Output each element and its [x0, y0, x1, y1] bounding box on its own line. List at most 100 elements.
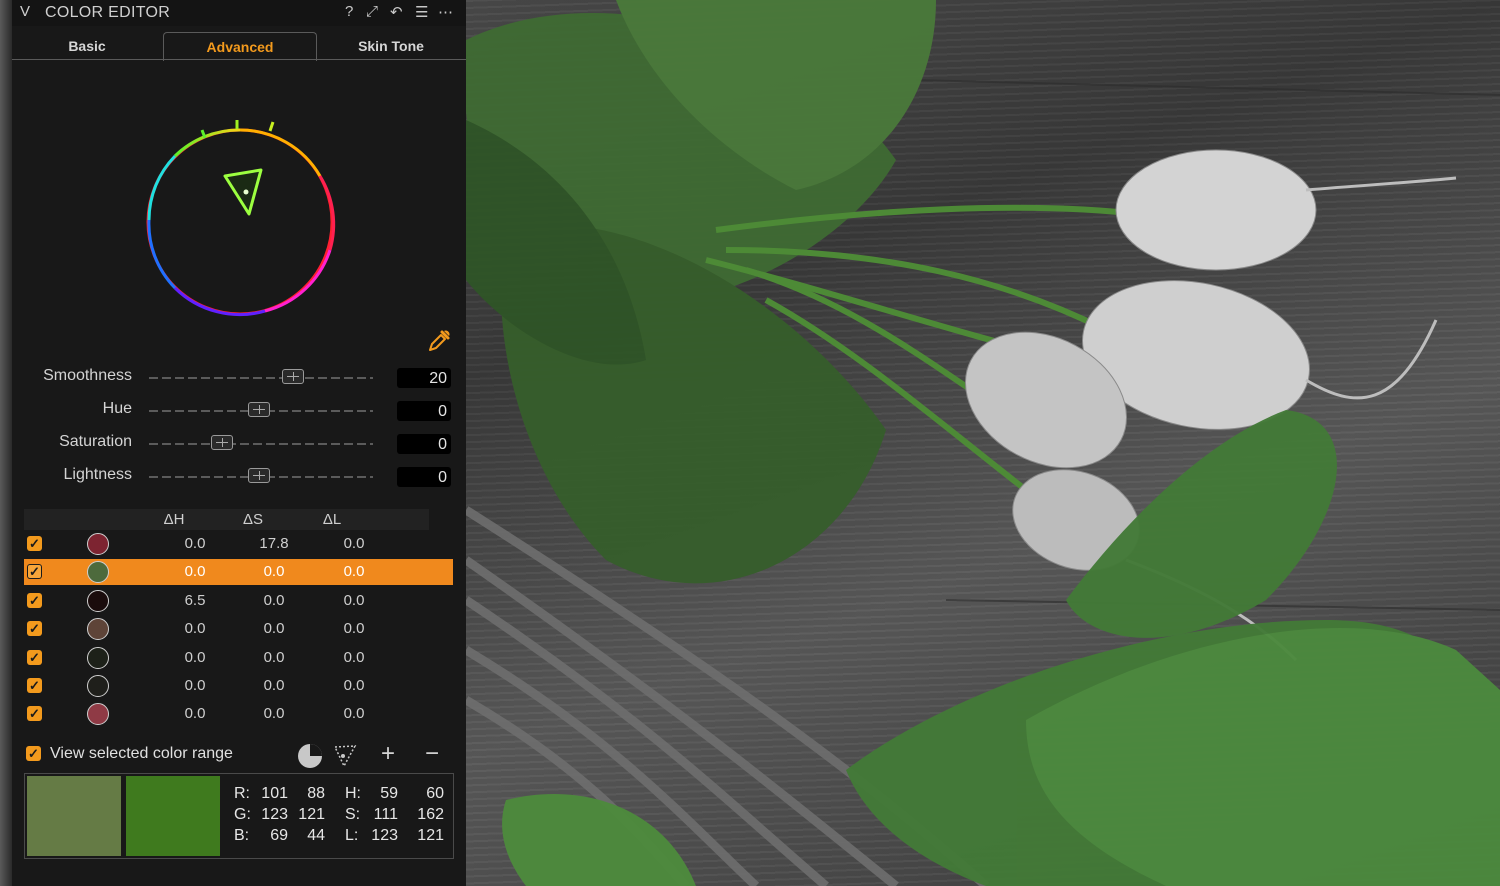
slider-thumb[interactable] [282, 369, 304, 384]
delta-lightness: 0.0 [343, 649, 365, 666]
row-color-swatch [87, 533, 109, 555]
add-range-picker-icon[interactable] [330, 742, 360, 770]
slider-thumb[interactable] [248, 468, 270, 483]
delta-saturation: 17.8 [259, 535, 289, 552]
delta-lightness: 0.0 [343, 677, 365, 694]
s-label: S: [345, 806, 361, 823]
pie-mask-icon[interactable] [296, 742, 324, 770]
slider-value-field[interactable]: 0 [397, 434, 451, 454]
s-value-before: 111 [373, 806, 398, 823]
delta-saturation: 0.0 [263, 705, 285, 722]
color-row[interactable]: ✓ 0.0 0.0 0.0 [24, 673, 453, 699]
color-row-selected[interactable]: ✓ 0.0 0.0 0.0 [24, 559, 453, 585]
menu-icon[interactable]: ☰ [415, 3, 428, 21]
color-editor-panel: V COLOR EDITOR ? ⤢ ↶ ☰ ⋯ Basic Advanced … [12, 0, 466, 886]
remove-button[interactable]: − [425, 740, 439, 768]
view-range-label: View selected color range [50, 745, 233, 762]
slider-value-field[interactable]: 0 [397, 467, 451, 487]
g-label: G: [234, 806, 251, 823]
expand-icon[interactable]: ⤢ [366, 3, 378, 20]
delta-hue: 0.0 [184, 677, 206, 694]
row-color-swatch [87, 675, 109, 697]
row-checkbox[interactable]: ✓ [27, 621, 42, 636]
r-label: R: [234, 785, 250, 802]
tab-advanced[interactable]: Advanced [163, 32, 317, 61]
delta-lightness: 0.0 [343, 535, 365, 552]
r-value-after: 88 [307, 785, 325, 802]
row-checkbox[interactable]: ✓ [27, 678, 42, 693]
delta-saturation: 0.0 [263, 677, 285, 694]
slider-track[interactable] [149, 443, 373, 445]
g-value-after: 121 [298, 806, 325, 823]
hue-selection-wedge[interactable] [223, 168, 263, 216]
g-value-before: 123 [261, 806, 288, 823]
h-label: H: [345, 785, 361, 802]
tab-skin-tone[interactable]: Skin Tone [316, 32, 466, 60]
eyedropper-icon[interactable] [426, 328, 452, 354]
delta-saturation: 0.0 [263, 592, 285, 609]
r-value-before: 101 [261, 785, 288, 802]
row-checkbox[interactable]: ✓ [27, 536, 42, 551]
slider-thumb[interactable] [211, 435, 233, 450]
b-label: B: [234, 827, 250, 844]
slider-value-field[interactable]: 20 [397, 368, 451, 388]
color-list-header: ΔH ΔS ΔL [24, 509, 429, 530]
source-color-swatch [27, 776, 121, 856]
color-row[interactable]: ✓ 0.0 0.0 0.0 [24, 645, 453, 671]
delta-hue: 0.0 [184, 535, 206, 552]
delta-hue: 0.0 [184, 649, 206, 666]
row-color-swatch [87, 647, 109, 669]
view-range-checkbox[interactable]: ✓ [26, 746, 41, 761]
color-wheel[interactable] [135, 110, 345, 320]
slider-label: Smoothness [43, 367, 132, 384]
color-row[interactable]: ✓ 0.0 17.8 0.0 [24, 531, 453, 557]
more-icon[interactable]: ⋯ [438, 3, 453, 21]
delta-lightness: 0.0 [343, 592, 365, 609]
panel-header: V COLOR EDITOR ? ⤢ ↶ ☰ ⋯ [12, 0, 466, 26]
color-row[interactable]: ✓ 0.0 0.0 0.0 [24, 701, 453, 727]
photo-viewer[interactable] [466, 0, 1500, 886]
target-color-swatch [126, 776, 220, 856]
header-delta-hue: ΔH [163, 511, 185, 528]
slider-label: Saturation [59, 433, 132, 450]
s-value-after: 162 [417, 806, 444, 823]
tab-divider [12, 59, 466, 60]
slider-label: Lightness [63, 466, 133, 483]
color-row[interactable]: ✓ 0.0 0.0 0.0 [24, 616, 453, 642]
row-checkbox[interactable]: ✓ [27, 564, 42, 579]
row-color-swatch [87, 590, 109, 612]
delta-hue: 0.0 [184, 563, 206, 580]
delta-hue: 0.0 [184, 620, 206, 637]
header-delta-lightness: ΔL [322, 511, 342, 528]
delta-lightness: 0.0 [343, 705, 365, 722]
row-checkbox[interactable]: ✓ [27, 706, 42, 721]
tab-bar: Basic Advanced Skin Tone [12, 32, 466, 61]
row-color-swatch [87, 703, 109, 725]
slider-label: Hue [102, 400, 132, 417]
b-value-before: 69 [270, 827, 288, 844]
collapse-chevron-icon[interactable]: V [20, 3, 30, 20]
row-checkbox[interactable]: ✓ [27, 650, 42, 665]
radish-photo [466, 0, 1500, 886]
add-button[interactable]: + [381, 740, 395, 768]
delta-saturation: 0.0 [263, 649, 285, 666]
slider-value-field[interactable]: 0 [397, 401, 451, 421]
tab-basic[interactable]: Basic [12, 32, 162, 60]
delta-lightness: 0.0 [343, 563, 365, 580]
row-checkbox[interactable]: ✓ [27, 593, 42, 608]
b-value-after: 44 [307, 827, 325, 844]
delta-hue: 6.5 [184, 592, 206, 609]
delta-saturation: 0.0 [263, 620, 285, 637]
delta-saturation: 0.0 [263, 563, 285, 580]
view-color-range-row: ✓ View selected color range [24, 744, 464, 766]
selection-center-dot [243, 189, 249, 195]
color-row[interactable]: ✓ 6.5 0.0 0.0 [24, 588, 453, 614]
panel-title: COLOR EDITOR [45, 4, 171, 21]
undo-icon[interactable]: ↶ [390, 3, 403, 21]
range-tick[interactable] [268, 121, 275, 132]
help-icon[interactable]: ? [345, 3, 353, 20]
slider-thumb[interactable] [248, 402, 270, 417]
slider-track[interactable] [149, 377, 373, 379]
h-value-before: 59 [380, 785, 398, 802]
l-value-after: 121 [417, 827, 444, 844]
